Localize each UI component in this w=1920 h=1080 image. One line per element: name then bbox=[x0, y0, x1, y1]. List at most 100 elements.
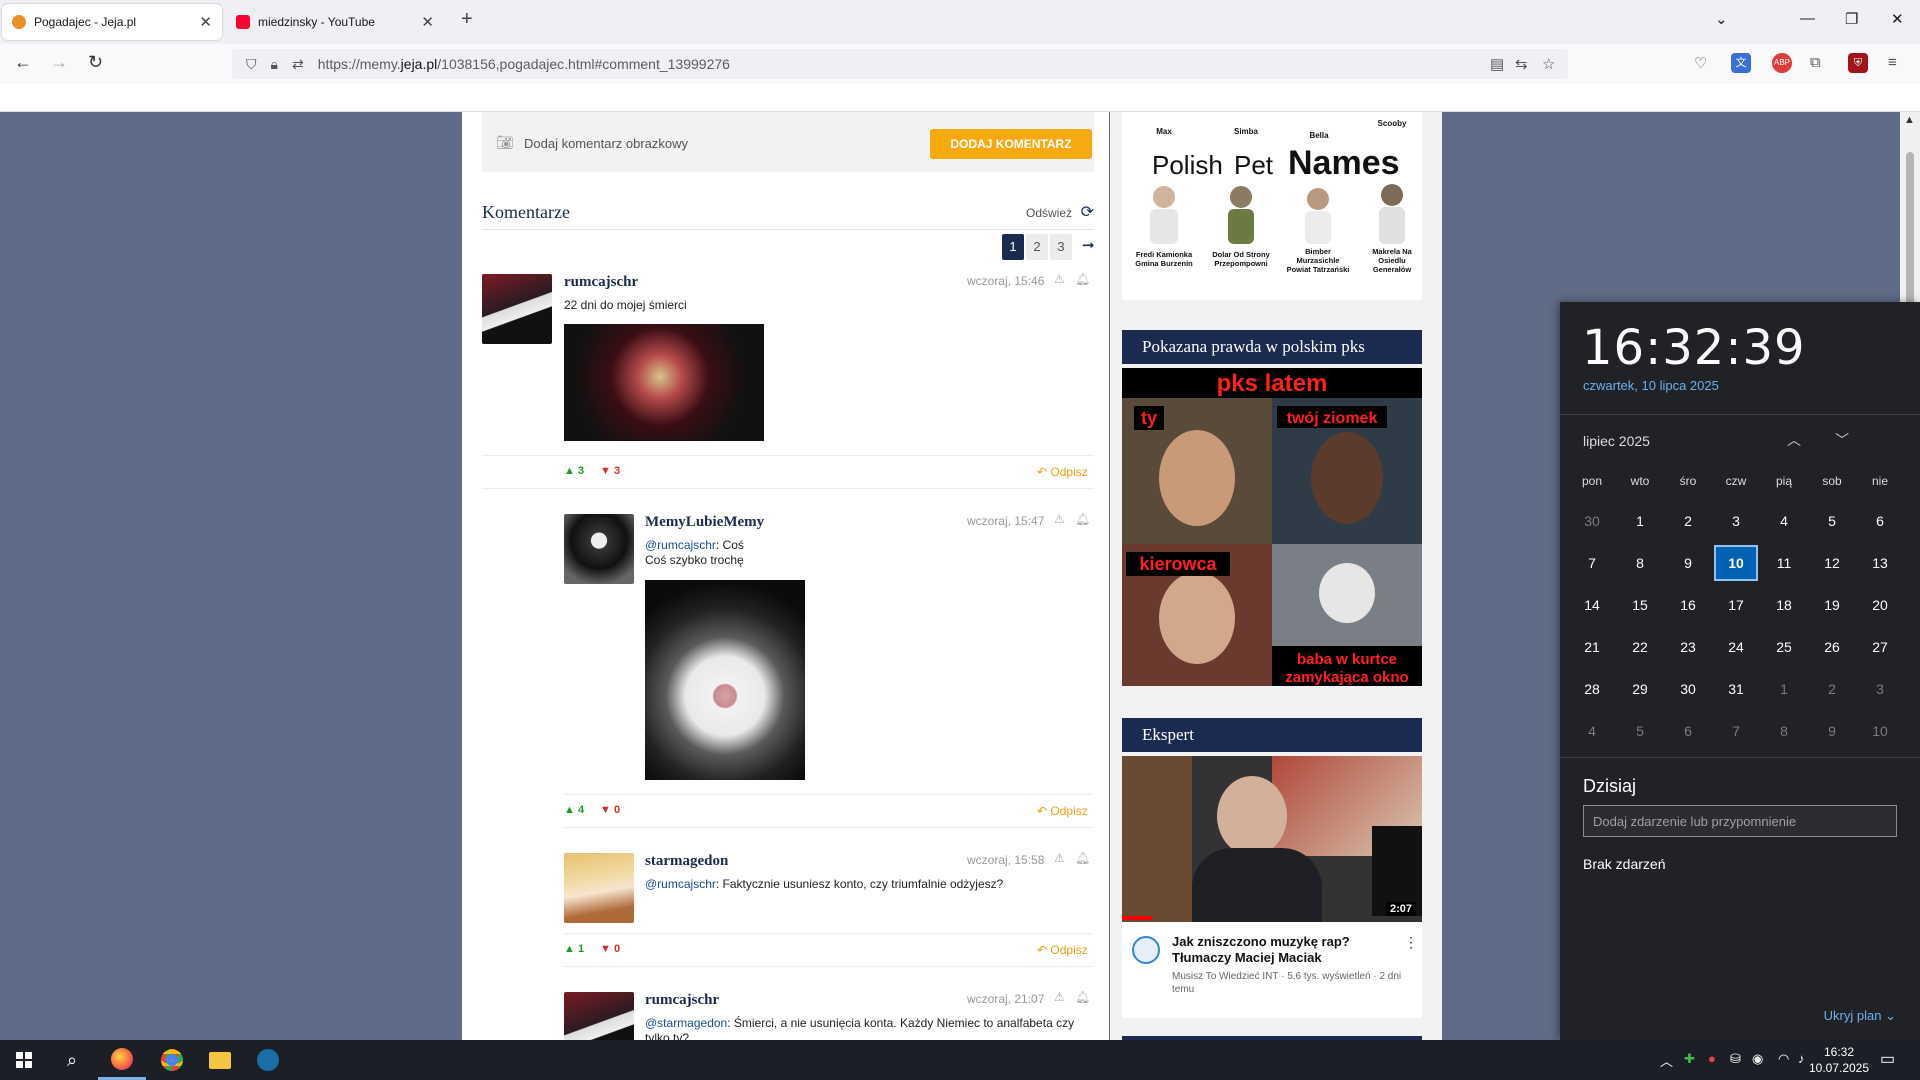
url-text[interactable]: https://memy.jeja.pl/1038156,pogadajec.h… bbox=[318, 56, 730, 72]
calendar-day[interactable]: 8 bbox=[1618, 545, 1662, 581]
menu-icon[interactable]: ≡ bbox=[1888, 54, 1897, 71]
tab-youtube[interactable]: miedzinsky - YouTube ✕ bbox=[226, 4, 444, 40]
pet-names-image[interactable]: Max Simba Bella Scooby Polish Pet Names … bbox=[1122, 112, 1422, 300]
back-arrow-icon[interactable]: ← bbox=[14, 52, 32, 73]
calendar-day[interactable]: 4 bbox=[1762, 503, 1806, 539]
mention-link[interactable]: @rumcajschr bbox=[645, 877, 716, 891]
taskbar-clock-date[interactable]: 10.07.2025 bbox=[1806, 1061, 1872, 1075]
ublock-icon[interactable]: ⛨ bbox=[1848, 53, 1868, 73]
calendar-day[interactable]: 13 bbox=[1858, 545, 1902, 581]
channel-avatar[interactable] bbox=[1132, 936, 1160, 964]
lock-icon[interactable]: 🔒︎ bbox=[271, 56, 278, 73]
report-icon[interactable]: ⚠ bbox=[1054, 512, 1065, 526]
calendar-day[interactable]: 9 bbox=[1810, 713, 1854, 749]
close-icon[interactable]: ✕ bbox=[199, 13, 212, 31]
calendar-day[interactable]: 30 bbox=[1570, 503, 1614, 539]
volume-icon[interactable]: ♪ bbox=[1798, 1051, 1805, 1066]
tray-overflow-chevron-icon[interactable]: ︿ bbox=[1660, 1051, 1673, 1070]
vote-down-button[interactable]: ▼ 3 bbox=[600, 465, 620, 477]
calendar-day[interactable]: 6 bbox=[1666, 713, 1710, 749]
calendar-day[interactable]: 15 bbox=[1618, 587, 1662, 623]
report-icon[interactable]: ⚠ bbox=[1054, 272, 1065, 286]
calendar-day[interactable]: 1 bbox=[1618, 503, 1662, 539]
calendar-day[interactable]: 21 bbox=[1570, 629, 1614, 665]
calendar-day[interactable]: 4 bbox=[1570, 713, 1614, 749]
previous-month-chevron-icon[interactable]: ︿ bbox=[1787, 430, 1801, 450]
reload-icon[interactable]: ↻ bbox=[88, 52, 103, 73]
security-tray-icon[interactable]: ✚ bbox=[1684, 1051, 1695, 1067]
avatar[interactable] bbox=[564, 514, 634, 584]
calendar-day[interactable]: 30 bbox=[1666, 671, 1710, 707]
report-icon[interactable]: ⚠ bbox=[1054, 990, 1065, 1004]
permissions-icon[interactable]: ⇄ bbox=[292, 56, 304, 73]
calendar-day[interactable]: 25 bbox=[1762, 629, 1806, 665]
comment-image[interactable] bbox=[645, 580, 805, 780]
camera-icon[interactable]: 📷︎ bbox=[496, 134, 514, 151]
tray-app-icon[interactable]: ⛁ bbox=[1730, 1051, 1741, 1067]
reply-button[interactable]: ↶ Odpisz bbox=[1037, 804, 1088, 818]
add-image-comment-link[interactable]: Dodaj komentarz obrazkowy bbox=[524, 136, 688, 151]
next-page-arrow-icon[interactable]: ➞ bbox=[1082, 236, 1095, 254]
translate-extension-icon[interactable]: 文 bbox=[1731, 53, 1751, 73]
refresh-link[interactable]: Odśwież bbox=[1026, 206, 1072, 220]
calendar-day[interactable]: 5 bbox=[1618, 713, 1662, 749]
calendar-day[interactable]: 3 bbox=[1714, 503, 1758, 539]
search-icon[interactable]: ⌕ bbox=[48, 1040, 96, 1080]
calendar-day[interactable]: 16 bbox=[1666, 587, 1710, 623]
start-button[interactable] bbox=[0, 1040, 48, 1080]
calendar-day[interactable]: 23 bbox=[1666, 629, 1710, 665]
page-2-button[interactable]: 2 bbox=[1026, 234, 1048, 260]
page-3-button[interactable]: 3 bbox=[1050, 234, 1072, 260]
calendar-day[interactable]: 6 bbox=[1858, 503, 1902, 539]
file-explorer-icon[interactable] bbox=[196, 1040, 244, 1080]
reply-button[interactable]: ↶ Odpisz bbox=[1037, 943, 1088, 957]
next-month-chevron-icon[interactable]: ﹀ bbox=[1835, 430, 1849, 450]
new-tab-icon[interactable]: + bbox=[461, 8, 473, 31]
calendar-day[interactable]: 17 bbox=[1714, 587, 1758, 623]
reply-button[interactable]: ↶ Odpisz bbox=[1037, 465, 1088, 479]
pks-meme-image[interactable]: pks latem ty twój ziomek kierowca baba w… bbox=[1122, 368, 1422, 686]
steam-tray-icon[interactable]: ◉ bbox=[1752, 1051, 1763, 1067]
calendar-day[interactable]: 24 bbox=[1714, 629, 1758, 665]
vote-down-button[interactable]: ▼ 0 bbox=[600, 943, 620, 955]
vote-down-button[interactable]: ▼ 0 bbox=[600, 804, 620, 816]
calendar-day[interactable]: 11 bbox=[1762, 545, 1806, 581]
scroll-up-arrow-icon[interactable]: ▲ bbox=[1904, 114, 1915, 126]
video-thumbnail[interactable]: 2:07 bbox=[1122, 756, 1422, 922]
calendar-day[interactable]: 5 bbox=[1810, 503, 1854, 539]
restore-icon[interactable]: ❐ bbox=[1845, 10, 1858, 28]
forward-arrow-icon[interactable]: → bbox=[50, 52, 68, 73]
close-icon[interactable]: ✕ bbox=[421, 13, 434, 31]
calendar-day[interactable]: 26 bbox=[1810, 629, 1854, 665]
report-icon[interactable]: ⚠ bbox=[1054, 851, 1065, 865]
notify-bell-icon[interactable]: 🔔︎ bbox=[1075, 851, 1090, 865]
notifications-icon[interactable]: ▭ bbox=[1880, 1049, 1895, 1069]
notify-bell-icon[interactable]: 🔔︎ bbox=[1075, 512, 1090, 526]
calendar-day[interactable]: 31 bbox=[1714, 671, 1758, 707]
video-title[interactable]: Jak zniszczono muzykę rap? Tłumaczy Maci… bbox=[1172, 934, 1392, 966]
avatar[interactable] bbox=[564, 992, 634, 1040]
avatar[interactable] bbox=[564, 853, 634, 923]
card-title-ekspert[interactable]: Ekspert bbox=[1122, 718, 1422, 752]
calendar-day[interactable]: 19 bbox=[1810, 587, 1854, 623]
video-info[interactable]: Jak zniszczono muzykę rap? Tłumaczy Maci… bbox=[1122, 922, 1422, 1018]
add-event-input[interactable] bbox=[1583, 805, 1897, 837]
calendar-day[interactable]: 27 bbox=[1858, 629, 1902, 665]
comment-image[interactable] bbox=[564, 324, 764, 441]
mention-link[interactable]: @rumcajschr bbox=[645, 538, 716, 552]
avatar[interactable] bbox=[482, 274, 552, 344]
reader-view-icon[interactable]: ▤ bbox=[1490, 55, 1504, 73]
calendar-month-label[interactable]: lipiec 2025 bbox=[1583, 433, 1650, 449]
shield-icon[interactable]: ⛉ bbox=[246, 56, 257, 73]
taskbar-clock-time[interactable]: 16:32 bbox=[1817, 1045, 1861, 1059]
tab-list-chevron-icon[interactable]: ⌄ bbox=[1715, 10, 1728, 28]
calendar-day[interactable]: 20 bbox=[1858, 587, 1902, 623]
calendar-day[interactable]: 8 bbox=[1762, 713, 1806, 749]
calendar-day[interactable]: 22 bbox=[1618, 629, 1662, 665]
add-comment-button[interactable]: DODAJ KOMENTARZ bbox=[930, 129, 1092, 159]
firefox-icon[interactable] bbox=[98, 1040, 146, 1080]
calendar-day[interactable]: 10 bbox=[1858, 713, 1902, 749]
calendar-day[interactable]: 18 bbox=[1762, 587, 1806, 623]
close-window-icon[interactable]: ✕ bbox=[1891, 10, 1904, 28]
page-1-button[interactable]: 1 bbox=[1002, 234, 1024, 260]
